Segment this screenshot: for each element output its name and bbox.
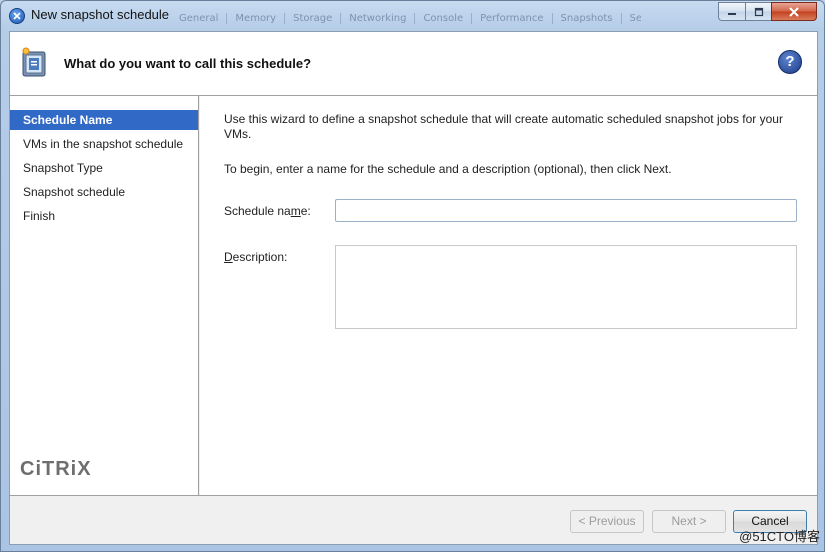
help-icon[interactable]: ? xyxy=(778,50,802,74)
caption-buttons xyxy=(718,2,817,21)
page-title: What do you want to call this schedule? xyxy=(64,56,312,71)
background-tab: Snapshots xyxy=(553,13,622,24)
schedule-name-label-post: e: xyxy=(300,204,311,218)
wizard-steps-sidebar: Schedule Name VMs in the snapshot schedu… xyxy=(10,96,199,495)
background-tab: Storage xyxy=(285,13,342,24)
background-tab: Console xyxy=(415,13,473,24)
minimize-icon xyxy=(728,12,736,15)
next-button[interactable]: Next > xyxy=(652,510,726,533)
step-vms-in-schedule[interactable]: VMs in the snapshot schedule xyxy=(10,134,198,154)
background-tab: General xyxy=(171,13,228,24)
background-tab: Memory xyxy=(227,13,286,24)
window-title: New snapshot schedule xyxy=(31,7,170,22)
wizard-content: Use this wizard to define a snapshot sch… xyxy=(200,96,817,495)
wizard-client-area: What do you want to call this schedule? … xyxy=(9,31,818,545)
description-textarea[interactable] xyxy=(335,245,797,329)
background-tab: Search xyxy=(622,13,642,24)
wizard-footer: < Previous Next > Cancel xyxy=(10,495,817,544)
description-label-access-key: D xyxy=(224,250,233,264)
watermark: @51CTO博客 xyxy=(739,529,820,544)
app-icon xyxy=(9,8,25,24)
citrix-logo: CiTRiX xyxy=(20,458,92,480)
step-snapshot-schedule[interactable]: Snapshot schedule xyxy=(10,182,198,202)
schedule-name-label-access-key: m xyxy=(290,204,301,218)
schedule-name-label-pre: Schedule na xyxy=(224,204,291,218)
wizard-window: New snapshot schedule General Memory Stora… xyxy=(0,0,825,552)
description-label-post: escription: xyxy=(232,250,288,264)
close-button[interactable] xyxy=(771,2,817,21)
background-tabs: General Memory Storage Networking Console Per… xyxy=(171,13,641,29)
schedule-wizard-icon xyxy=(20,46,48,78)
background-tab: Performance xyxy=(472,13,553,24)
step-finish[interactable]: Finish xyxy=(10,206,198,226)
previous-button[interactable]: < Previous xyxy=(570,510,644,533)
maximize-icon xyxy=(754,7,763,16)
wizard-header: What do you want to call this schedule? … xyxy=(10,32,817,96)
step-snapshot-type[interactable]: Snapshot Type xyxy=(10,158,198,178)
description-label: Description: xyxy=(224,250,287,264)
step-schedule-name[interactable]: Schedule Name xyxy=(10,110,198,130)
instruction-text: To begin, enter a name for the schedule … xyxy=(224,162,672,176)
title-bar[interactable]: New snapshot schedule General Memory Stora… xyxy=(1,1,824,31)
schedule-name-label: Schedule name: xyxy=(224,204,311,218)
maximize-button[interactable] xyxy=(745,2,771,21)
close-icon xyxy=(789,6,799,17)
background-tab: Networking xyxy=(341,13,416,24)
schedule-name-input[interactable] xyxy=(335,199,797,222)
intro-text: Use this wizard to define a snapshot sch… xyxy=(224,112,783,141)
minimize-button[interactable] xyxy=(718,2,745,21)
